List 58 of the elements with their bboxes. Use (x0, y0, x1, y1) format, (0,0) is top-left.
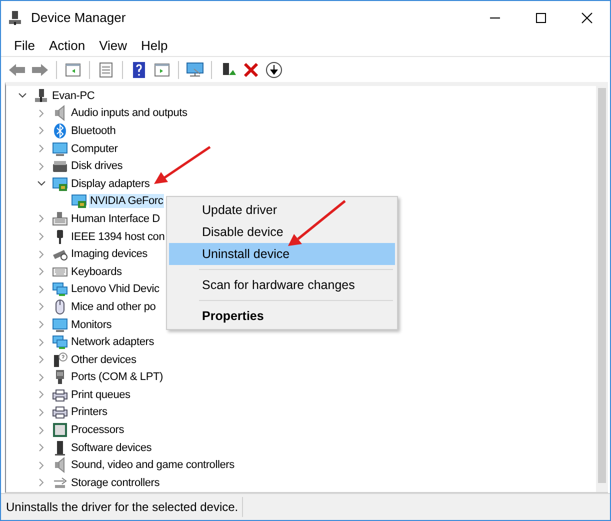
tree-item[interactable]: Sound, video and game controllers (70, 458, 236, 472)
unknown-device-icon (52, 352, 68, 368)
tree-item[interactable]: IEEE 1394 host con (70, 230, 166, 244)
bluetooth-icon (52, 122, 68, 139)
keyboard-icon (52, 210, 68, 227)
maximize-icon (535, 12, 547, 24)
tree-item[interactable]: Lenovo Vhid Devic (70, 282, 160, 296)
tree-item[interactable]: Evan-PC (51, 88, 96, 103)
menu-item[interactable]: Help (134, 36, 175, 54)
network-icon (52, 281, 68, 298)
window-title: Device Manager (31, 10, 127, 25)
tree-item[interactable]: Computer (70, 142, 119, 156)
tree-item[interactable]: Monitors (70, 318, 113, 332)
arrow (154, 146, 211, 184)
tree-item[interactable]: Audio inputs and outputs (70, 106, 188, 120)
menu-option[interactable]: Update driver (169, 199, 395, 221)
monitor-scan-icon[interactable] (185, 60, 205, 80)
download-circle-icon[interactable] (264, 60, 284, 80)
drive-icon (52, 158, 68, 174)
computer-icon (33, 88, 49, 104)
arrow (288, 200, 346, 246)
scrollbar[interactable] (596, 86, 608, 492)
status-text: Uninstalls the driver for the selected device. (6, 499, 240, 515)
tree-item[interactable]: Printers (70, 405, 108, 420)
display-card-icon (71, 193, 87, 210)
monitor-icon (52, 140, 68, 157)
tower-icon (52, 440, 68, 456)
scrollbar-thumb[interactable] (598, 88, 606, 483)
tree-item[interactable]: Imaging devices (70, 247, 148, 262)
tree-item[interactable]: Display adapters (70, 176, 151, 191)
tree-item[interactable]: Processors (70, 423, 126, 438)
tree-item[interactable]: NVIDIA GeForc (89, 194, 164, 208)
menu-option[interactable]: Disable device (169, 221, 395, 243)
display-card-icon (52, 176, 68, 192)
computer-icon (7, 10, 23, 26)
tree-item[interactable]: Other devices (70, 352, 138, 367)
menu-item[interactable]: Action (42, 36, 92, 54)
tree-item[interactable]: Print queues (70, 388, 132, 402)
menu-item[interactable]: File (7, 36, 42, 54)
menu-option[interactable]: Scan for hardware changes (169, 274, 395, 296)
tree-item[interactable]: Storage controllers (70, 476, 161, 490)
tree-item[interactable]: Software devices (70, 440, 153, 455)
menu-option[interactable]: Properties (169, 305, 395, 327)
tree-item[interactable]: Disk drives (70, 159, 124, 174)
tree-item[interactable]: Network adapters (70, 335, 156, 350)
close-icon (581, 12, 593, 24)
printer-icon (52, 386, 68, 403)
tree-item[interactable]: Keyboards (70, 264, 123, 279)
chip-icon (52, 422, 68, 438)
menu-item[interactable]: View (92, 36, 134, 54)
menu-option[interactable]: Uninstall device (169, 243, 395, 265)
network-icon (52, 334, 68, 350)
tree-item[interactable]: Ports (COM & LPT) (70, 370, 164, 384)
tree-item[interactable]: Mice and other po (70, 300, 157, 314)
tree-item[interactable]: Human Interface D (70, 212, 161, 226)
printer-icon (52, 404, 68, 420)
monitor-icon (52, 316, 68, 333)
tree-item[interactable]: Bluetooth (70, 124, 117, 138)
